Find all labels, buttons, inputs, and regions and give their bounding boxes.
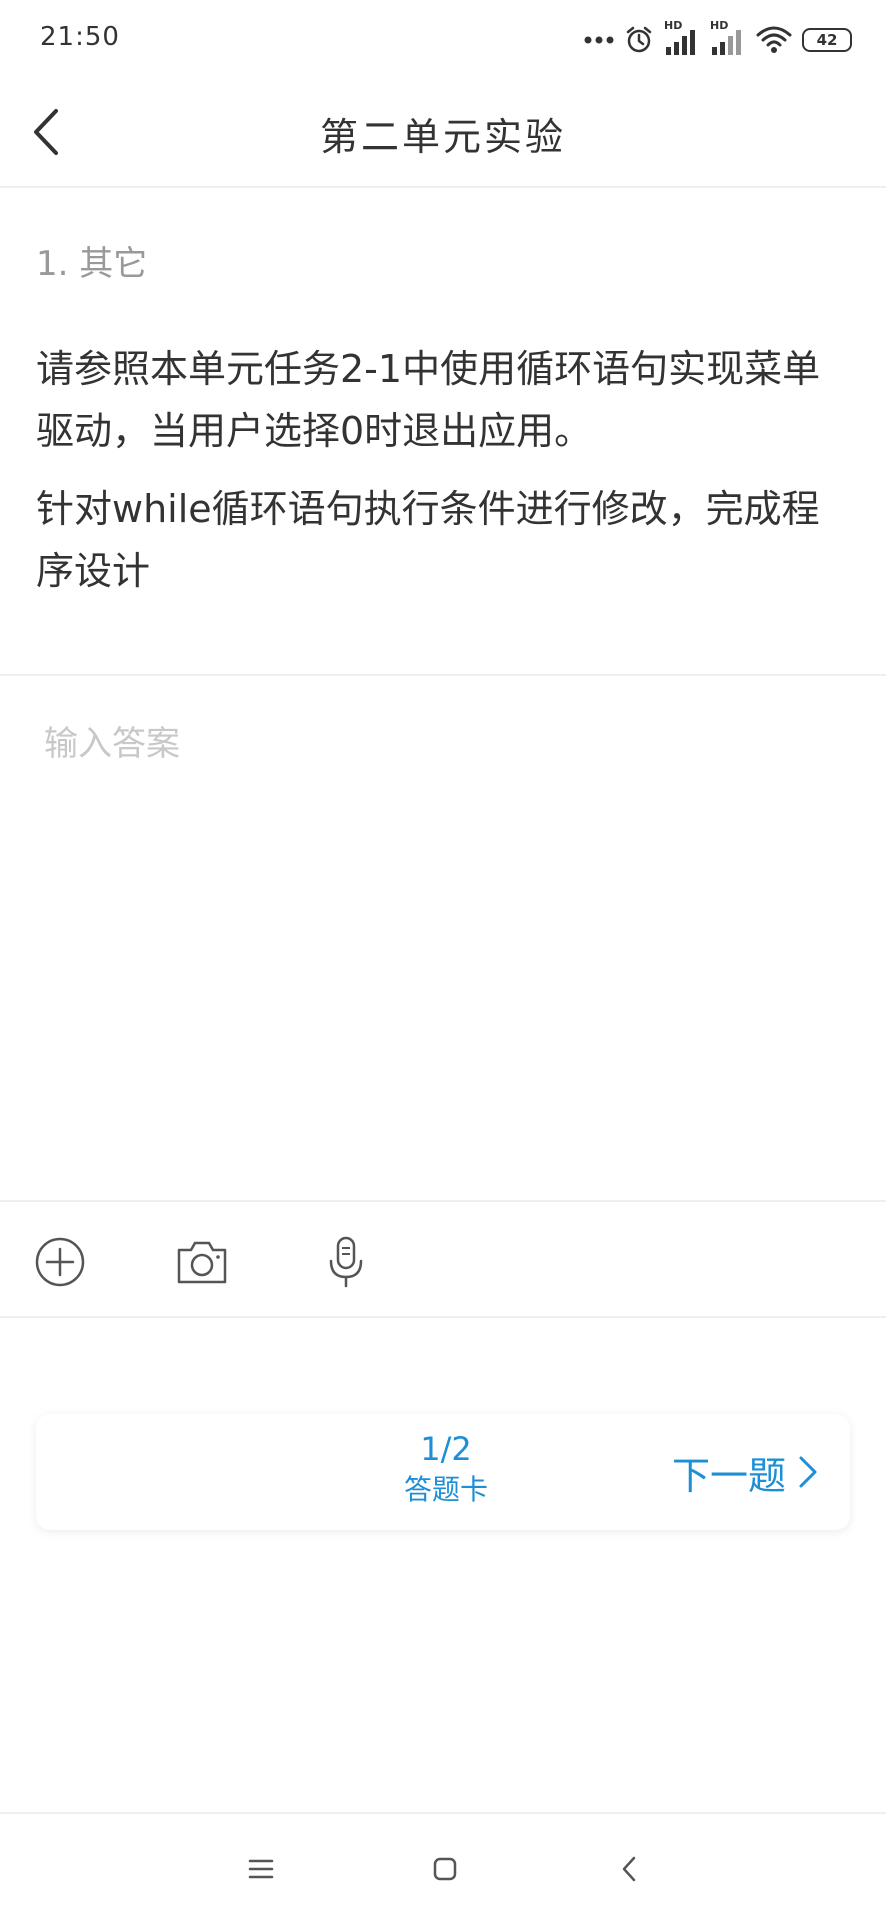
question-paragraph: 针对while循环语句执行条件进行修改，完成程序设计 bbox=[36, 487, 820, 593]
battery-level: 42 bbox=[816, 31, 838, 49]
answer-area bbox=[0, 676, 886, 1202]
question-progress: 1/2 bbox=[420, 1430, 472, 1468]
question-body: 请参照本单元任务2-1中使用循环语句实现菜单驱动，当用户选择0时退出应用。 针对… bbox=[36, 338, 856, 618]
status-time: 21:50 bbox=[40, 22, 120, 52]
exam-question-screen: 21:50 HD HD 42 第二单元实验 1. 其它 请参照本单元任务2-1中… bbox=[0, 0, 886, 1920]
answer-input[interactable] bbox=[44, 716, 844, 1156]
status-bar: 21:50 HD HD 42 bbox=[0, 0, 886, 80]
home-button[interactable] bbox=[420, 1844, 470, 1894]
signal-bars-icon bbox=[712, 30, 741, 55]
next-question-button[interactable]: 下一题 bbox=[672, 1444, 818, 1500]
page-title: 第二单元实验 bbox=[319, 115, 566, 159]
alarm-clock-icon bbox=[626, 26, 652, 53]
wifi-icon bbox=[756, 26, 792, 53]
next-question-label: 下一题 bbox=[671, 1453, 786, 1498]
header-bar: 第二单元实验 bbox=[0, 80, 886, 188]
recent-apps-button[interactable] bbox=[236, 1844, 286, 1894]
cell-signal-2: HD bbox=[710, 19, 746, 57]
camera-button[interactable] bbox=[174, 1234, 230, 1290]
voice-input-button[interactable] bbox=[318, 1234, 374, 1290]
square-home-icon bbox=[433, 1857, 457, 1881]
more-dots-icon bbox=[584, 36, 614, 44]
add-circle-icon bbox=[35, 1237, 85, 1287]
system-nav-bar bbox=[0, 1812, 886, 1920]
question-number: 1. 其它 bbox=[36, 244, 148, 284]
signal-bars-icon bbox=[666, 30, 695, 55]
battery-indicator: 42 bbox=[802, 28, 852, 52]
system-back-button[interactable] bbox=[604, 1844, 654, 1894]
microphone-icon bbox=[329, 1236, 363, 1288]
chevron-right-icon bbox=[799, 1456, 817, 1488]
answer-card-label: 答题卡 bbox=[403, 1473, 488, 1506]
question-section: 1. 其它 请参照本单元任务2-1中使用循环语句实现菜单驱动，当用户选择0时退出… bbox=[0, 188, 886, 676]
question-nav-card: 1/2 答题卡 下一题 bbox=[36, 1414, 850, 1530]
menu-icon bbox=[248, 1859, 274, 1879]
add-attachment-button[interactable] bbox=[32, 1234, 88, 1290]
attachment-toolbar bbox=[0, 1202, 886, 1318]
question-paragraph: 请参照本单元任务2-1中使用循环语句实现菜单驱动，当用户选择0时退出应用。 bbox=[36, 347, 821, 453]
back-arrow-icon bbox=[622, 1856, 636, 1882]
answer-card-button[interactable]: 1/2 答题卡 bbox=[376, 1428, 516, 1518]
camera-icon bbox=[177, 1241, 227, 1284]
cell-signal-1: HD bbox=[664, 19, 700, 57]
status-icons: HD HD 42 bbox=[584, 19, 852, 60]
